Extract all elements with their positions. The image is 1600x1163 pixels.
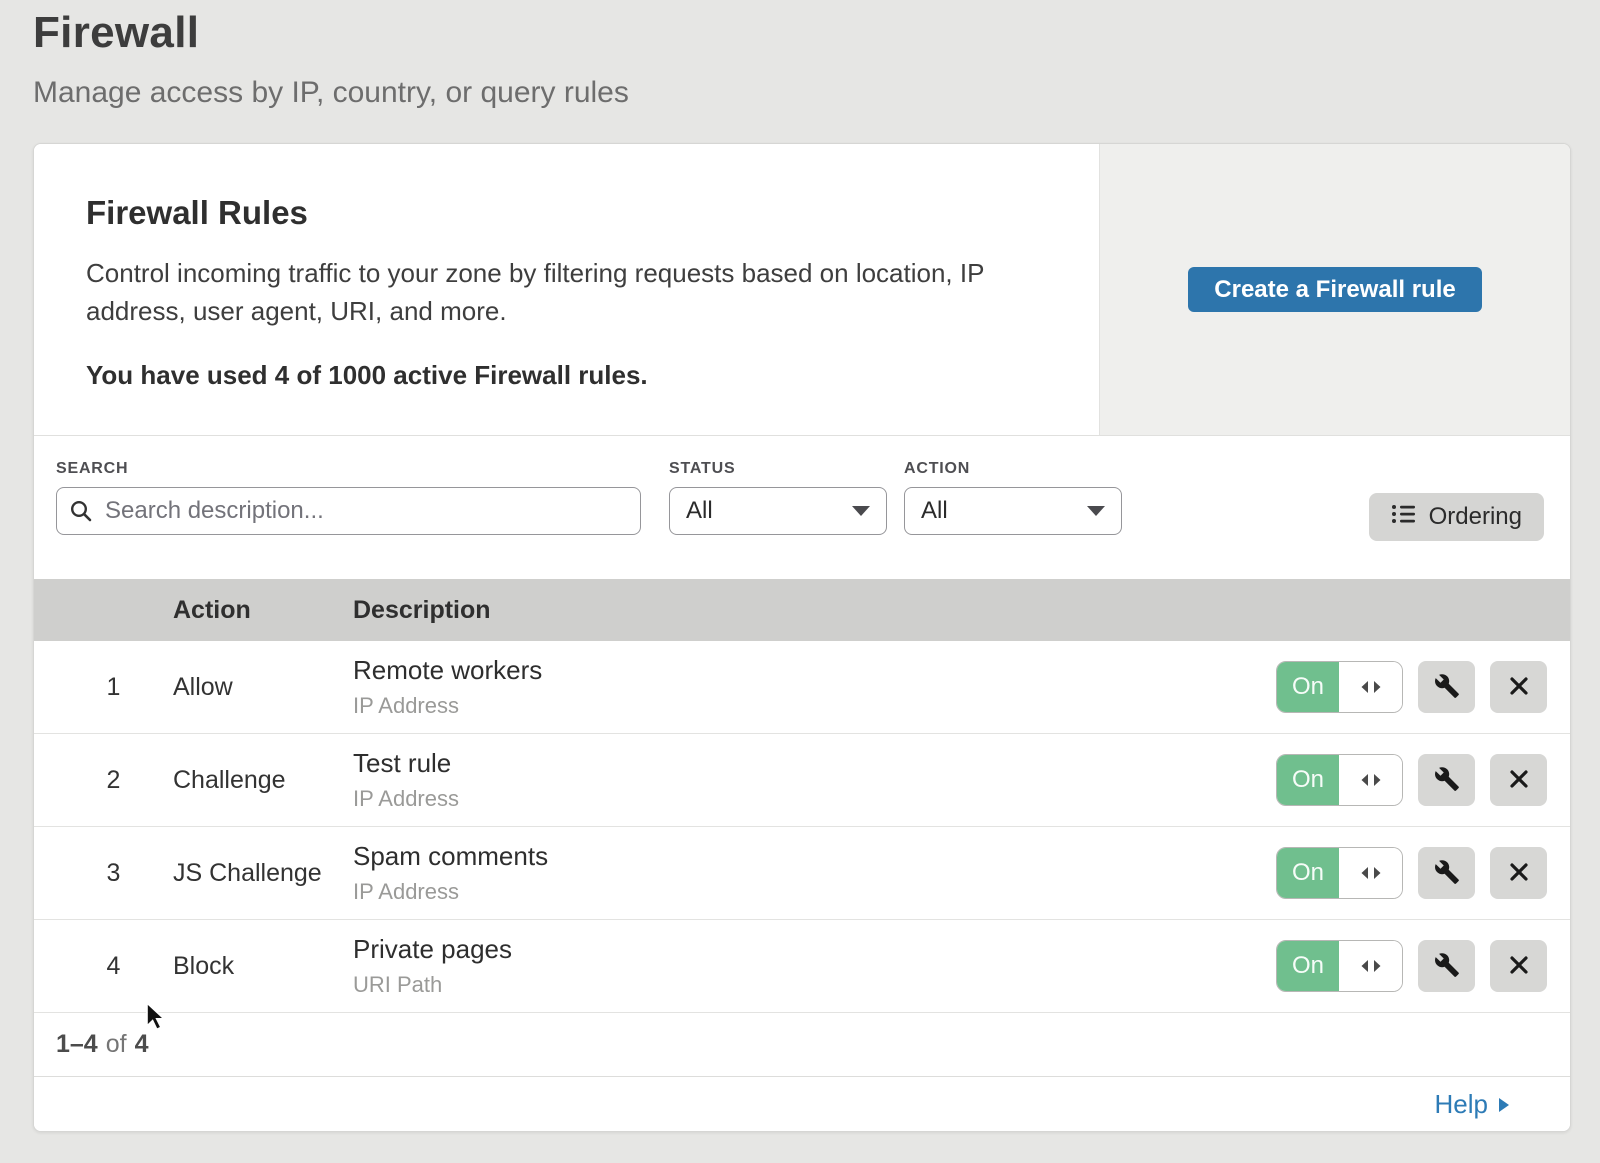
wrench-icon xyxy=(1434,859,1460,888)
rules-usage-text: You have used 4 of 1000 active Firewall … xyxy=(86,360,1069,391)
toggle-arrows-icon xyxy=(1339,662,1402,712)
search-filter-group: SEARCH xyxy=(56,460,641,535)
rule-description-cell: Spam comments IP Address xyxy=(353,841,1276,905)
rule-action: JS Challenge xyxy=(173,859,353,888)
rule-controls: On xyxy=(1276,847,1547,899)
search-icon xyxy=(69,499,93,528)
toggle-on-label: On xyxy=(1277,848,1339,898)
action-dropdown-value: All xyxy=(921,497,948,525)
close-icon xyxy=(1507,860,1531,887)
close-icon xyxy=(1507,674,1531,701)
chevron-down-icon xyxy=(1087,506,1105,516)
status-dropdown[interactable]: All xyxy=(669,487,887,535)
rules-intro-section: Firewall Rules Control incoming traffic … xyxy=(34,144,1570,436)
search-label: SEARCH xyxy=(56,460,641,478)
create-rule-panel: Create a Firewall rule xyxy=(1099,144,1570,435)
status-filter-group: STATUS All xyxy=(669,460,887,535)
rules-card-description: Control incoming traffic to your zone by… xyxy=(86,254,1069,330)
rule-priority: 4 xyxy=(34,952,173,981)
rule-description-cell: Remote workers IP Address xyxy=(353,655,1276,719)
edit-rule-button[interactable] xyxy=(1418,847,1475,899)
delete-rule-button[interactable] xyxy=(1490,847,1547,899)
rule-description: Test rule xyxy=(353,748,1276,779)
rule-action: Block xyxy=(173,952,353,981)
action-dropdown[interactable]: All xyxy=(904,487,1122,535)
action-column-header: Action xyxy=(173,596,353,625)
help-link-label: Help xyxy=(1435,1089,1488,1120)
wrench-icon xyxy=(1434,766,1460,795)
rule-enabled-toggle[interactable]: On xyxy=(1276,940,1403,992)
rule-description-cell: Private pages URI Path xyxy=(353,934,1276,998)
edit-rule-button[interactable] xyxy=(1418,754,1475,806)
table-row: 3 JS Challenge Spam comments IP Address … xyxy=(34,827,1570,920)
toggle-on-label: On xyxy=(1277,755,1339,805)
rule-priority: 3 xyxy=(34,859,173,888)
rule-match-type: IP Address xyxy=(353,879,1276,905)
toggle-arrows-icon xyxy=(1339,848,1402,898)
firewall-rules-card: Firewall Rules Control incoming traffic … xyxy=(33,143,1571,1132)
rule-action: Challenge xyxy=(173,766,353,795)
pagination-of: of xyxy=(106,1030,127,1059)
search-box xyxy=(56,487,641,535)
status-label: STATUS xyxy=(669,460,887,478)
search-input[interactable] xyxy=(56,487,641,535)
toggle-on-label: On xyxy=(1277,941,1339,991)
help-link[interactable]: Help xyxy=(1435,1089,1510,1120)
card-footer: Help xyxy=(34,1076,1570,1131)
rule-description: Private pages xyxy=(353,934,1276,965)
page: { "colors": { "accent": "#2d75ac", "link… xyxy=(0,0,1600,1163)
status-dropdown-value: All xyxy=(686,497,713,525)
help-arrow-icon xyxy=(1498,1089,1510,1120)
table-row: 2 Challenge Test rule IP Address On xyxy=(34,734,1570,827)
mouse-cursor xyxy=(146,1002,166,1037)
rule-action: Allow xyxy=(173,673,353,702)
rule-description-cell: Test rule IP Address xyxy=(353,748,1276,812)
rule-enabled-toggle[interactable]: On xyxy=(1276,754,1403,806)
toggle-arrows-icon xyxy=(1339,755,1402,805)
table-row: 1 Allow Remote workers IP Address On xyxy=(34,641,1570,734)
delete-rule-button[interactable] xyxy=(1490,754,1547,806)
action-label: ACTION xyxy=(904,460,1122,478)
rule-enabled-toggle[interactable]: On xyxy=(1276,661,1403,713)
delete-rule-button[interactable] xyxy=(1490,940,1547,992)
rule-enabled-toggle[interactable]: On xyxy=(1276,847,1403,899)
rules-card-heading: Firewall Rules xyxy=(86,194,1069,232)
filters-section: SEARCH STATUS All ACTION All xyxy=(34,436,1570,579)
create-firewall-rule-button[interactable]: Create a Firewall rule xyxy=(1188,267,1481,312)
pagination-range: 1–4 xyxy=(56,1030,98,1059)
rule-description: Remote workers xyxy=(353,655,1276,686)
close-icon xyxy=(1507,767,1531,794)
close-icon xyxy=(1507,953,1531,980)
rules-intro-text: Firewall Rules Control incoming traffic … xyxy=(34,144,1099,435)
ordering-button-label: Ordering xyxy=(1429,503,1522,531)
delete-rule-button[interactable] xyxy=(1490,661,1547,713)
page-title: Firewall xyxy=(33,8,199,58)
rule-description: Spam comments xyxy=(353,841,1276,872)
toggle-on-label: On xyxy=(1277,662,1339,712)
wrench-icon xyxy=(1434,952,1460,981)
rule-priority: 1 xyxy=(34,673,173,702)
edit-rule-button[interactable] xyxy=(1418,661,1475,713)
rule-priority: 2 xyxy=(34,766,173,795)
chevron-down-icon xyxy=(852,506,870,516)
action-filter-group: ACTION All xyxy=(904,460,1122,535)
table-row: 4 Block Private pages URI Path On xyxy=(34,920,1570,1013)
ordering-button[interactable]: Ordering xyxy=(1369,493,1544,541)
rule-match-type: IP Address xyxy=(353,786,1276,812)
ordering-list-icon xyxy=(1391,502,1417,533)
rule-controls: On xyxy=(1276,754,1547,806)
pagination: 1–4 of 4 xyxy=(34,1013,1570,1076)
toggle-arrows-icon xyxy=(1339,941,1402,991)
rule-controls: On xyxy=(1276,940,1547,992)
wrench-icon xyxy=(1434,673,1460,702)
table-header: Action Description xyxy=(34,579,1570,641)
description-column-header: Description xyxy=(353,596,491,625)
rule-controls: On xyxy=(1276,661,1547,713)
rule-match-type: URI Path xyxy=(353,972,1276,998)
page-subtitle: Manage access by IP, country, or query r… xyxy=(33,76,629,110)
rule-match-type: IP Address xyxy=(353,693,1276,719)
edit-rule-button[interactable] xyxy=(1418,940,1475,992)
